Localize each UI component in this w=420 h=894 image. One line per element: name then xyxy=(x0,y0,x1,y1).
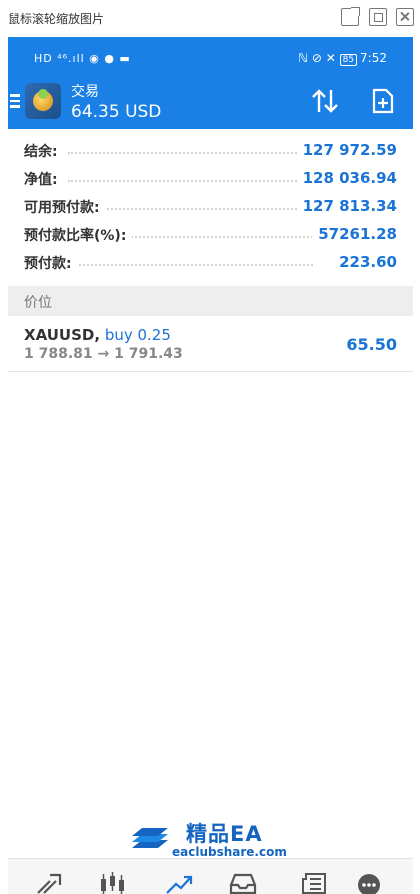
account-value: 128 036.94 xyxy=(296,169,397,187)
page-title: 交易 xyxy=(71,84,99,100)
position-side: buy 0.25 xyxy=(104,326,171,344)
more-icon[interactable] xyxy=(354,871,384,894)
account-label: 预付款比率(%): xyxy=(24,225,133,245)
account-row-equity: 净值: 128 036.94 xyxy=(8,164,413,192)
watermark: 精品EA eaclubshare.com xyxy=(130,818,300,860)
viewer-title: 鼠标滚轮缩放图片 xyxy=(8,12,105,26)
fit-window-icon[interactable] xyxy=(369,8,387,26)
position-symbol: XAUUSD, xyxy=(24,326,101,344)
account-row-margin-level: 预付款比率(%): 57261.28 xyxy=(8,220,413,248)
account-value: 223.60 xyxy=(333,253,397,271)
account-row-free-margin: 可用预付款: 127 813.34 xyxy=(8,192,413,220)
chart-icon[interactable] xyxy=(98,871,128,894)
position-prices: 1 788.81 → 1 791.43 xyxy=(24,346,183,362)
status-bar-left: HD ⁴⁶.ıll ◉ ● ▬ xyxy=(34,52,131,65)
watermark-url: eaclubshare.com xyxy=(172,845,287,859)
account-row-margin: 预付款: 223.60 xyxy=(8,248,413,276)
account-label: 结余: xyxy=(24,141,64,161)
quotes-icon[interactable] xyxy=(34,871,64,894)
open-in-new-icon[interactable] xyxy=(341,7,360,26)
account-label: 预付款: xyxy=(24,253,78,273)
account-value: 127 813.34 xyxy=(296,197,397,215)
account-label: 可用预付款: xyxy=(24,197,106,217)
account-row-balance: 结余: 127 972.59 xyxy=(8,136,413,164)
bottom-nav xyxy=(8,858,413,894)
status-icons: ℕ ⊘ ✕ xyxy=(298,51,340,65)
sort-icon[interactable] xyxy=(310,88,340,114)
watermark-logo-icon xyxy=(132,828,168,848)
close-icon[interactable] xyxy=(396,8,414,26)
clock: 7:52 xyxy=(360,51,387,65)
account-label: 净值: xyxy=(24,169,64,189)
battery-icon: 85 xyxy=(339,54,358,66)
account-value: 127 972.59 xyxy=(296,141,397,159)
position-profit: 65.50 xyxy=(346,335,397,354)
history-icon[interactable] xyxy=(228,871,258,894)
section-label: 价位 xyxy=(24,295,52,311)
dotted-leader xyxy=(68,264,313,266)
account-summary: 结余: 127 972.59 净值: 128 036.94 可用预付款: 127… xyxy=(8,136,413,276)
new-order-icon[interactable] xyxy=(372,88,394,114)
position-title: XAUUSD, buy 0.25 xyxy=(24,326,171,344)
position-row[interactable]: XAUUSD, buy 0.25 1 788.81 → 1 791.43 65.… xyxy=(8,320,413,372)
positions-section-header: 价位 xyxy=(8,286,413,316)
news-icon[interactable] xyxy=(298,871,328,894)
watermark-title: 精品EA xyxy=(186,822,263,846)
dotted-leader xyxy=(68,152,313,154)
viewer-toolbar: 鼠标滚轮缩放图片 xyxy=(0,0,420,36)
app-logo xyxy=(25,83,61,119)
app-header: HD ⁴⁶.ıll ◉ ● ▬ ℕ ⊘ ✕ 85 7:52 交易 64.35 US… xyxy=(8,37,413,129)
status-bar-right: ℕ ⊘ ✕ 85 7:52 xyxy=(298,51,387,66)
dotted-leader xyxy=(68,180,313,182)
account-value: 57261.28 xyxy=(312,225,397,243)
header-balance: 64.35 USD xyxy=(71,102,162,122)
menu-icon[interactable] xyxy=(10,94,20,108)
trade-icon[interactable] xyxy=(164,871,194,894)
